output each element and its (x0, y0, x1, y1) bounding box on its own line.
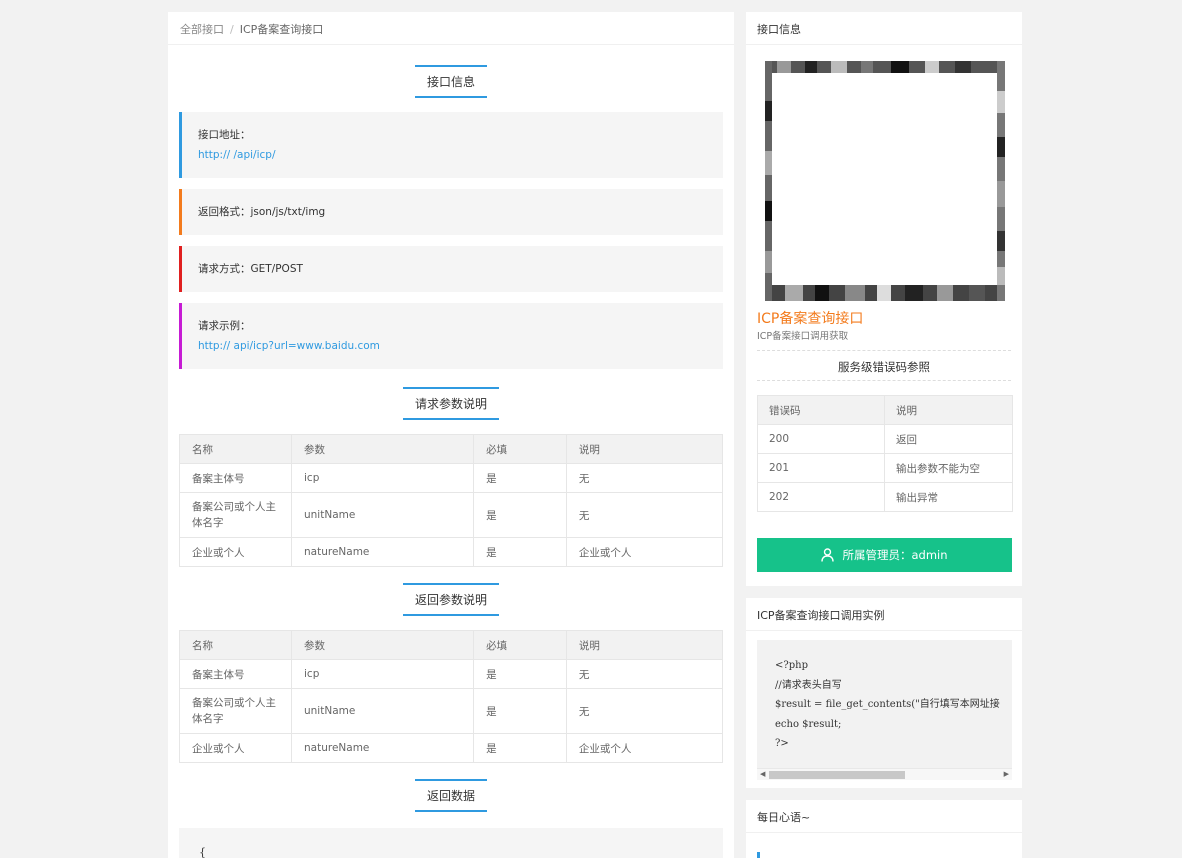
admin-button[interactable]: 所属管理员：admin (757, 538, 1012, 572)
table-header-row: 名称 参数 必填 说明 (179, 630, 724, 660)
scroll-right-icon[interactable]: ▶ (1004, 770, 1009, 778)
table-header-row: 名称 参数 必填 说明 (179, 434, 724, 464)
info-format: 返回格式：json/js/txt/img (179, 189, 723, 235)
breadcrumb-sep: / (230, 23, 234, 36)
side-card-info: 接口信息 ICP备案查询接口 ICP备案接口调用获取 服务级错误码参照 错误码 … (746, 12, 1022, 586)
horizontal-scrollbar[interactable]: ◀ ▶ (757, 768, 1012, 780)
table-row: 备案主体号 icp 是无 (179, 463, 724, 493)
table-row: 备案主体号 icp 是无 (179, 659, 724, 689)
info-url: 接口地址： http:// /api/icp/ (179, 112, 723, 178)
admin-label: 所属管理员：admin (842, 548, 948, 562)
col-name: 名称 (179, 434, 292, 464)
breadcrumb: 全部接口 / ICP备案查询接口 (168, 12, 734, 45)
api-title: ICP备案查询接口 (757, 311, 864, 327)
side-card-example: ICP备案查询接口调用实例 <?php //请求表头自写 $result = f… (746, 598, 1022, 788)
format-text: 返回格式：json/js/txt/img (198, 206, 326, 218)
section-title-info: 接口信息 (168, 65, 734, 98)
col-desc: 说明 (565, 434, 724, 464)
breadcrumb-root[interactable]: 全部接口 (180, 23, 224, 36)
main-panel: 全部接口 / ICP备案查询接口 接口信息 接口地址： http:// /api/i… (168, 12, 734, 858)
section-title-req: 请求参数说明 (168, 387, 734, 420)
info-example: 请求示例： http:// api/icp?url=www.baidu.com (179, 303, 723, 369)
section-title-ret: 返回参数说明 (168, 583, 734, 616)
table-row: 企业或个人 natureName 是企业或个人 (179, 733, 724, 763)
table-row: 备案公司或个人主体名字 unitName 是无 (179, 492, 724, 538)
example-link[interactable]: http:// api/icp?url=www.baidu.com (198, 336, 707, 356)
table-row: 备案公司或个人主体名字 unitName 是无 (179, 688, 724, 734)
info-method: 请求方式：GET/POST (179, 246, 723, 292)
user-icon (821, 548, 835, 562)
col-required: 必填 (473, 434, 567, 464)
side-card-title: 每日心语~ (746, 800, 1022, 833)
table-row: 201 输出参数不能为空 (757, 453, 1013, 483)
qr-code-image (765, 61, 1005, 301)
url-link[interactable]: http:// /api/icp/ (198, 145, 707, 165)
example-code-box: <?php //请求表头自写 $result = file_get_conten… (757, 640, 1012, 780)
scroll-left-icon[interactable]: ◀ (760, 770, 765, 778)
error-code-table: 错误码 说明 200 返回 201 输出参数不能为空 202 输出异常 (757, 395, 1013, 512)
side-card-daily: 每日心语~ (746, 800, 1022, 858)
return-params-table: 名称 参数 必填 说明 备案主体号 icp 是无 备案公司或个人主体名字 unitNa… (179, 630, 724, 763)
example-label: 请求示例： (198, 320, 251, 332)
section-title-data: 返回数据 (168, 779, 734, 812)
error-code-title: 服务级错误码参照 (757, 350, 1011, 381)
return-data-code: { (179, 828, 723, 858)
example-code: <?php //请求表头自写 $result = file_get_conten… (775, 660, 1000, 749)
side-card-title: 接口信息 (746, 12, 1022, 45)
scrollbar-thumb[interactable] (769, 771, 905, 779)
table-row: 企业或个人 natureName 是企业或个人 (179, 537, 724, 567)
method-text: 请求方式：GET/POST (198, 263, 303, 275)
request-params-table: 名称 参数 必填 说明 备案主体号 icp 是无 备案公司或个人主体名字 unitNa… (179, 434, 724, 567)
api-desc: ICP备案接口调用获取 (757, 331, 849, 342)
accent-strip (757, 852, 760, 858)
table-row: 200 返回 (757, 424, 1013, 454)
side-card-title: ICP备案查询接口调用实例 (746, 598, 1022, 631)
col-param: 参数 (290, 434, 475, 464)
breadcrumb-current: ICP备案查询接口 (239, 23, 324, 36)
table-header-row: 错误码 说明 (757, 395, 1013, 425)
url-label: 接口地址： (198, 129, 251, 141)
table-row: 202 输出异常 (757, 482, 1013, 512)
